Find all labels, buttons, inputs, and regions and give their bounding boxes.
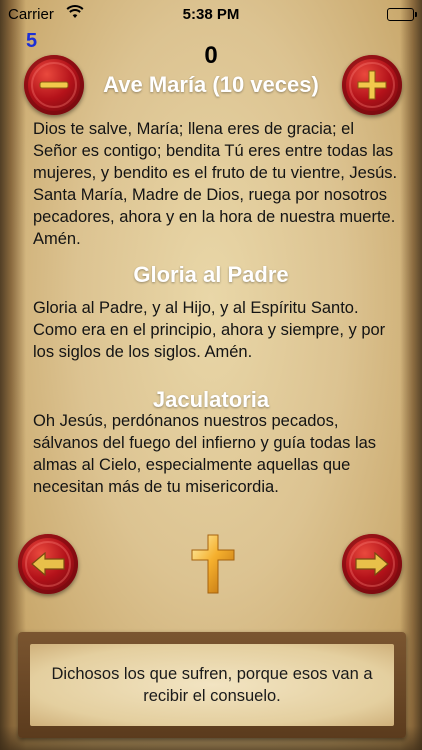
prayer-text-ave-maria: Dios te salve, María; llena eres de grac… [33,120,398,248]
next-button[interactable] [342,534,402,594]
previous-button[interactable] [18,534,78,594]
arrow-left-icon [18,534,78,594]
prayer-title-ave-maria: Ave María (10 veces) [103,72,319,97]
prayer-text-jaculatoria: Oh Jesús, perdónanos nuestros pecados, s… [33,412,377,496]
quote-text: Dichosos los que sufren, porque esos van… [30,644,394,726]
status-bar: Carrier 5:38 PM [0,0,422,28]
clock: 5:38 PM [182,6,240,23]
cross-icon [191,534,235,594]
battery-icon [387,8,417,21]
arrow-right-icon [342,534,402,594]
prayer-title-gloria: Gloria al Padre [133,262,289,287]
prayer-text-gloria: Gloria al Padre, y al Hijo, y al Espírit… [33,299,386,361]
quote-panel: Dichosos los que sufren, porque esos van… [18,632,406,738]
